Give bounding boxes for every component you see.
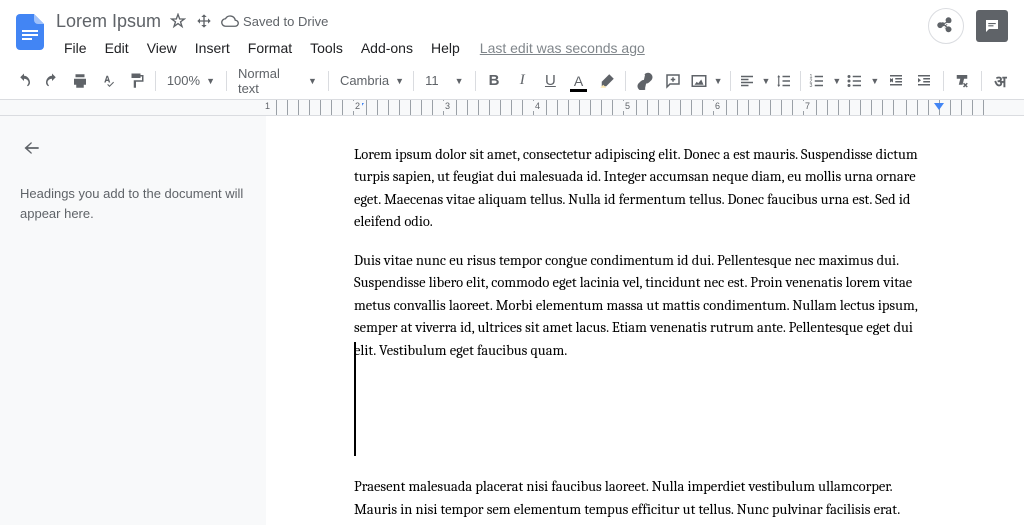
input-tools-button[interactable]: अ	[987, 67, 1014, 95]
saved-status-text: Saved to Drive	[243, 14, 328, 29]
clear-format-button[interactable]	[949, 67, 976, 95]
menu-bar: File Edit View Insert Format Tools Add-o…	[56, 34, 928, 62]
share-button[interactable]	[928, 8, 964, 44]
ruler-tick-3: 3	[443, 101, 452, 111]
ruler-tick-7: 7	[803, 101, 812, 111]
paragraph-1[interactable]: Lorem ipsum dolor sit amet, consectetur …	[354, 144, 936, 234]
move-icon[interactable]	[195, 12, 213, 30]
fontsize-dropdown[interactable]: 11▼	[419, 67, 469, 95]
link-button[interactable]	[631, 67, 658, 95]
paragraph-2[interactable]: Duis vitae nunc eu risus tempor congue c…	[354, 250, 936, 362]
zoom-dropdown[interactable]: 100%▼	[161, 67, 221, 95]
document-title[interactable]: Lorem Ipsum	[56, 11, 161, 32]
linespacing-dropdown[interactable]	[773, 67, 795, 95]
bullet-list-dropdown[interactable]: ▼	[844, 67, 881, 95]
menu-edit[interactable]: Edit	[97, 36, 137, 60]
ruler-tick-1: 1	[263, 101, 272, 111]
outline-back-button[interactable]	[20, 136, 44, 160]
ruler-tick-4: 4	[533, 101, 542, 111]
redo-button[interactable]	[38, 67, 65, 95]
font-value: Cambria	[340, 73, 389, 88]
numbered-list-dropdown[interactable]: 123▼	[806, 67, 843, 95]
menu-view[interactable]: View	[139, 36, 185, 60]
indent-marker-right[interactable]	[934, 103, 944, 110]
text-cursor	[354, 342, 356, 456]
last-edit-link[interactable]: Last edit was seconds ago	[480, 40, 645, 56]
cloud-icon	[221, 12, 239, 30]
ruler-tick-6: 6	[713, 101, 722, 111]
menu-tools[interactable]: Tools	[302, 36, 351, 60]
comment-add-button[interactable]	[659, 67, 686, 95]
menu-addons[interactable]: Add-ons	[353, 36, 421, 60]
outdent-button[interactable]	[882, 67, 909, 95]
saved-status: Saved to Drive	[221, 12, 328, 30]
ruler[interactable]: 1 2 3 4 5 6 7	[0, 100, 1024, 116]
underline-button[interactable]: U	[537, 67, 564, 95]
ruler-tick-2: 2	[353, 101, 362, 111]
align-dropdown[interactable]: ▼	[736, 67, 773, 95]
header-bar: Lorem Ipsum Saved to Drive File Edit Vie…	[0, 0, 1024, 62]
spellcheck-button[interactable]	[95, 67, 122, 95]
style-dropdown[interactable]: Normal text▼	[232, 67, 323, 95]
text-color-button[interactable]: A	[565, 67, 592, 95]
undo-button[interactable]	[10, 67, 37, 95]
header-right	[928, 8, 1012, 44]
indent-button[interactable]	[910, 67, 937, 95]
toolbar: 100%▼ Normal text▼ Cambria▼ 11▼ B I U A …	[0, 62, 1024, 100]
font-dropdown[interactable]: Cambria▼	[334, 67, 408, 95]
document-body[interactable]: Lorem ipsum dolor sit amet, consectetur …	[354, 144, 936, 525]
docs-logo[interactable]	[12, 8, 48, 56]
page-area[interactable]: Lorem ipsum dolor sit amet, consectetur …	[266, 116, 1024, 525]
content-area: Headings you add to the document will ap…	[0, 116, 1024, 525]
zoom-value: 100%	[167, 73, 200, 88]
paint-format-button[interactable]	[123, 67, 150, 95]
italic-button[interactable]: I	[509, 67, 536, 95]
highlight-button[interactable]	[593, 67, 620, 95]
svg-text:3: 3	[810, 83, 813, 89]
fontsize-value: 11	[425, 73, 439, 88]
outline-panel: Headings you add to the document will ap…	[0, 116, 266, 525]
ruler-tick-5: 5	[623, 101, 632, 111]
comments-button[interactable]	[976, 10, 1008, 42]
menu-format[interactable]: Format	[240, 36, 300, 60]
title-area: Lorem Ipsum Saved to Drive File Edit Vie…	[56, 8, 928, 62]
empty-paragraph-block[interactable]	[354, 378, 936, 476]
paragraph-3[interactable]: Praesent malesuada placerat nisi faucibu…	[354, 476, 936, 525]
document-page[interactable]: Lorem ipsum dolor sit amet, consectetur …	[266, 116, 1024, 525]
star-icon[interactable]	[169, 12, 187, 30]
style-value: Normal text	[238, 66, 302, 96]
bold-button[interactable]: B	[480, 67, 507, 95]
image-dropdown[interactable]: ▼	[688, 67, 725, 95]
outline-hint-text: Headings you add to the document will ap…	[20, 184, 246, 223]
menu-insert[interactable]: Insert	[187, 36, 238, 60]
print-button[interactable]	[66, 67, 93, 95]
menu-file[interactable]: File	[56, 36, 95, 60]
menu-help[interactable]: Help	[423, 36, 468, 60]
